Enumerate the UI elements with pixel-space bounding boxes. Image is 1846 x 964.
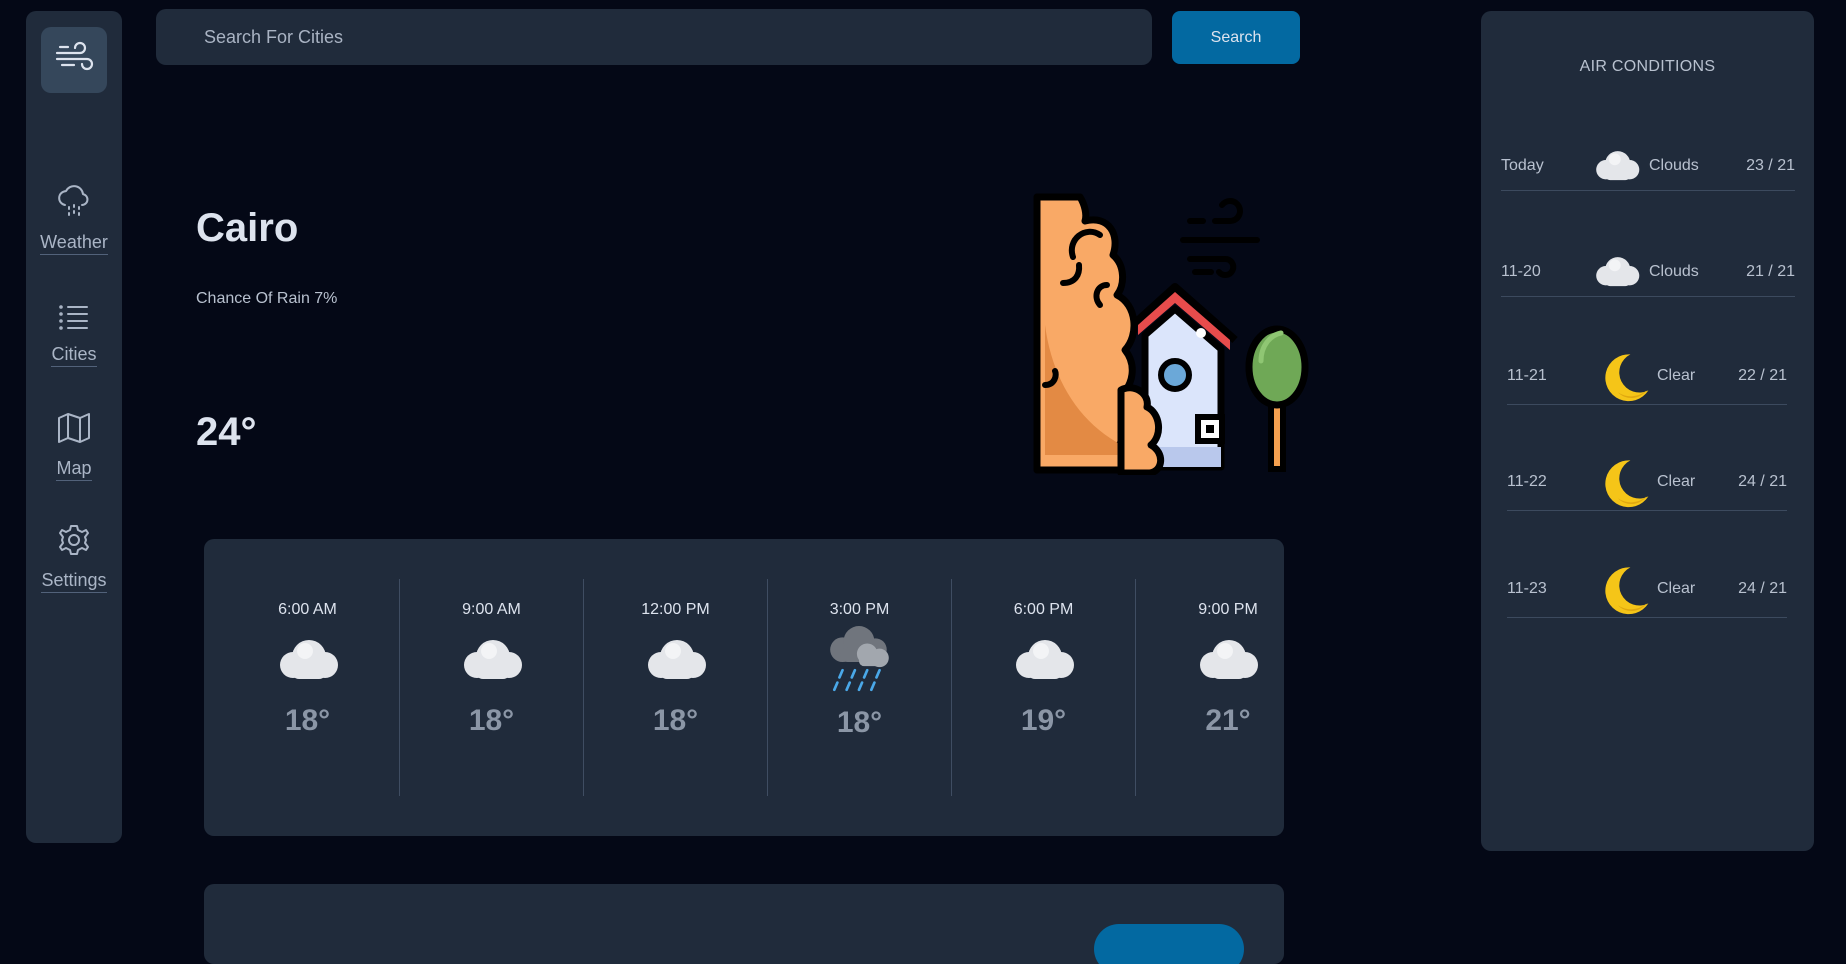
daily-forecast-row: 11-22 Clear 24 / 21 <box>1507 453 1787 511</box>
city-name: Cairo <box>196 206 299 250</box>
forecast-day: 11-23 <box>1507 579 1547 597</box>
forecast-temperature: 18° <box>284 704 331 737</box>
forecast-temperature: 18° <box>652 704 699 737</box>
map-icon <box>56 411 92 450</box>
sidebar: Weather Cities Map Settings <box>26 11 122 843</box>
secondary-panel <box>204 884 1284 964</box>
sidebar-item-settings[interactable]: Settings <box>26 523 122 593</box>
search-button[interactable]: Search <box>1172 11 1300 64</box>
sidebar-item-label: Settings <box>41 570 107 593</box>
rain-cloud-icon <box>824 625 896 702</box>
sidebar-item-label: Cities <box>51 344 97 367</box>
forecast-time: 6:00 AM <box>278 601 337 618</box>
forecast-condition: Clear <box>1657 472 1696 490</box>
forecast-day: 11-20 <box>1501 262 1541 280</box>
forecast-day: Today <box>1501 156 1544 174</box>
daily-forecast-row: Today Clouds 23 / 21 <box>1501 141 1795 191</box>
cloud-icon <box>1193 635 1263 690</box>
forecast-temps: 21 / 21 <box>1746 262 1795 280</box>
sidebar-item-weather[interactable]: Weather <box>26 183 122 255</box>
sidebar-item-label: Weather <box>40 232 108 255</box>
forecast-day: 11-21 <box>1507 366 1547 384</box>
forecast-temperature: 19° <box>1020 704 1067 737</box>
cloud-rain-icon <box>56 183 92 224</box>
cloud-icon <box>273 635 343 690</box>
forecast-temps: 24 / 21 <box>1738 579 1787 597</box>
cloud-icon <box>457 635 527 690</box>
secondary-panel-button[interactable] <box>1094 924 1244 964</box>
forecast-condition: Clear <box>1657 579 1696 597</box>
forecast-time: 3:00 PM <box>829 601 890 618</box>
forecast-condition: Clear <box>1657 366 1696 384</box>
hourly-forecast-panel: 6:00 AM 18° 9:00 AM 18° 12:00 PM 18° 3:0… <box>204 539 1284 836</box>
cloud-icon <box>1589 249 1645 295</box>
rain-chance: Chance Of Rain 7% <box>196 290 338 307</box>
moon-icon <box>1597 353 1653 399</box>
hourly-forecast-item: 3:00 PM 18° <box>768 579 952 796</box>
app-logo[interactable] <box>41 27 107 93</box>
air-conditions-panel: AIR CONDITIONS Today Clouds 23 / 21 11-2… <box>1481 11 1814 851</box>
gear-icon <box>57 523 91 562</box>
forecast-temperature: 18° <box>836 706 883 739</box>
air-conditions-title: AIR CONDITIONS <box>1579 58 1716 75</box>
cloud-icon <box>1009 635 1079 690</box>
search-input[interactable] <box>156 9 1152 65</box>
wind-icon <box>54 41 94 80</box>
sidebar-item-label: Map <box>56 458 92 481</box>
forecast-time: 9:00 AM <box>462 601 521 618</box>
hourly-forecast-item: 6:00 AM 18° <box>216 579 400 796</box>
hourly-forecast-item: 9:00 AM 18° <box>400 579 584 796</box>
forecast-temps: 24 / 21 <box>1738 472 1787 490</box>
hourly-forecast-item: 12:00 PM 18° <box>584 579 768 796</box>
cloud-icon <box>641 635 711 690</box>
windy-house-illustration <box>1025 185 1315 477</box>
forecast-condition: Clouds <box>1649 262 1699 280</box>
search-box <box>156 9 1152 65</box>
daily-forecast-row: 11-23 Clear 24 / 21 <box>1507 560 1787 618</box>
sidebar-item-map[interactable]: Map <box>26 411 122 481</box>
daily-forecast-row: 11-21 Clear 22 / 21 <box>1507 347 1787 405</box>
forecast-condition: Clouds <box>1649 156 1699 174</box>
forecast-day: 11-22 <box>1507 472 1547 490</box>
cloud-icon <box>1589 143 1645 189</box>
sidebar-item-cities[interactable]: Cities <box>26 301 122 367</box>
daily-forecast-row: 11-20 Clouds 21 / 21 <box>1501 247 1795 297</box>
forecast-time: 9:00 PM <box>1198 601 1258 618</box>
forecast-temperature: 21° <box>1205 704 1251 737</box>
forecast-temperature: 18° <box>468 704 515 737</box>
list-icon <box>57 301 91 336</box>
hourly-forecast-item: 6:00 PM 19° <box>952 579 1136 796</box>
forecast-time: 12:00 PM <box>641 601 710 618</box>
hourly-forecast-item: 9:00 PM 21° <box>1136 579 1320 796</box>
forecast-temps: 23 / 21 <box>1746 156 1795 174</box>
forecast-time: 6:00 PM <box>1013 601 1074 618</box>
forecast-temps: 22 / 21 <box>1738 366 1787 384</box>
moon-icon <box>1597 459 1653 505</box>
moon-icon <box>1597 566 1653 612</box>
current-temperature: 24° <box>196 410 257 454</box>
